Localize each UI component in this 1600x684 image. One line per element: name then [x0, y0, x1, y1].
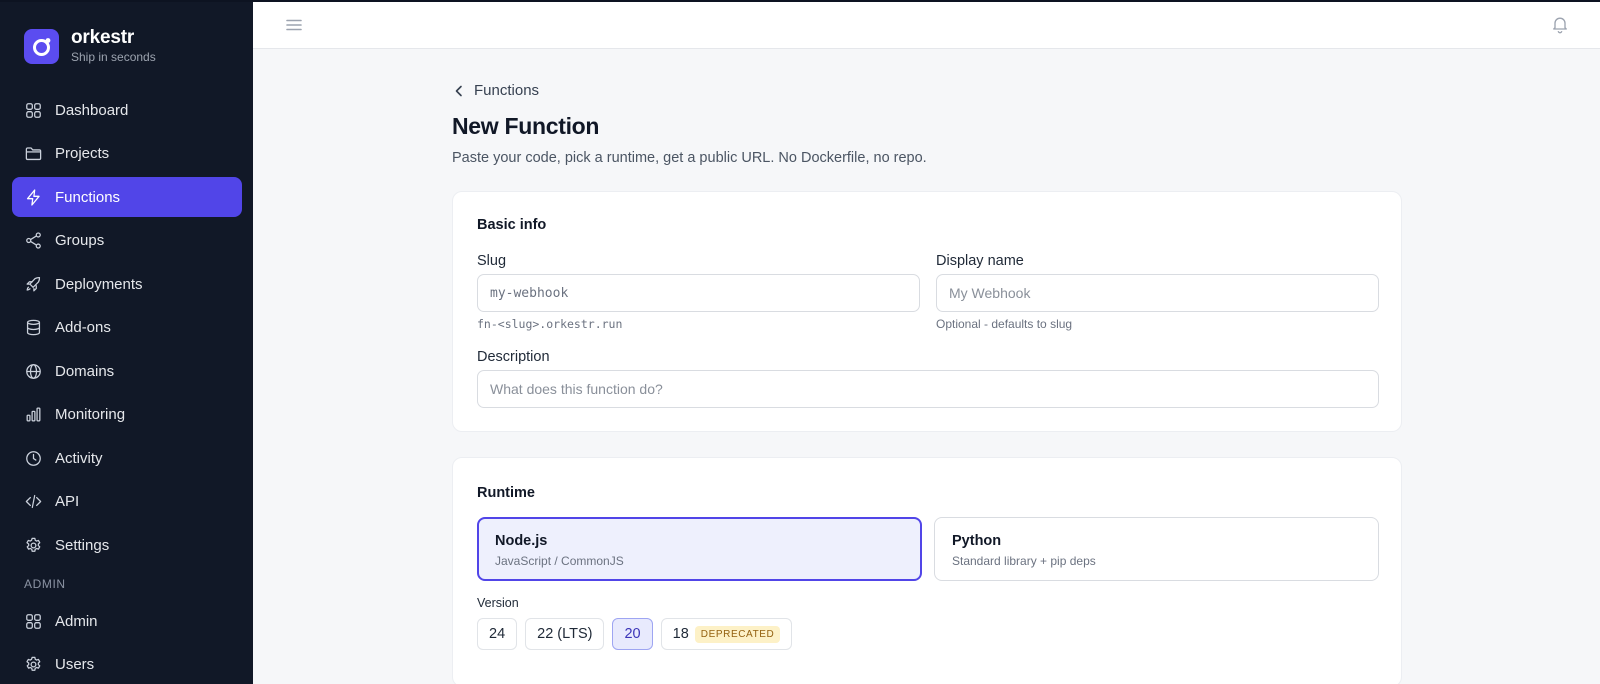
version-option-label: 22 (LTS)	[537, 626, 593, 642]
chevron-left-icon	[455, 85, 462, 96]
grid-icon	[26, 102, 41, 118]
basic-info-card: Basic info Slug fn-<slug>.orkestr.run Di…	[452, 191, 1402, 432]
sidebar-item-label: Functions	[55, 188, 121, 206]
sidebar-item-dashboard[interactable]: Dashboard	[12, 90, 242, 130]
grid-icon	[26, 613, 41, 629]
runtime-card: Runtime Node.js JavaScript / CommonJS Py…	[452, 457, 1402, 684]
sidebar-item-domains[interactable]: Domains	[12, 351, 242, 391]
sidebar-item-label: Groups	[55, 232, 105, 249]
sidebar-item-label: Dashboard	[55, 101, 129, 119]
menu-icon[interactable]	[285, 16, 303, 34]
gear-icon	[26, 537, 41, 552]
code-icon	[25, 494, 42, 509]
sidebar-item-label: Activity	[55, 449, 103, 467]
bar-chart-icon	[26, 407, 41, 422]
version-option-22-lts[interactable]: 22 (LTS)	[525, 618, 605, 650]
share-icon	[26, 232, 41, 249]
sidebar-item-api[interactable]: API	[12, 482, 242, 522]
sidebar-item-label: Admin	[55, 612, 98, 630]
brand-tagline: Ship in seconds	[71, 50, 156, 64]
sidebar-item-users[interactable]: Users	[12, 645, 242, 684]
sidebar: orkestr Ship in seconds Dashboard Projec…	[0, 0, 253, 684]
description-label: Description	[477, 349, 550, 365]
topbar	[253, 0, 1600, 49]
sidebar-section-admin: ADMIN	[24, 577, 66, 591]
sidebar-item-label: API	[55, 493, 80, 510]
page-title: New Function	[452, 113, 600, 139]
sidebar-item-activity[interactable]: Activity	[12, 438, 242, 478]
display-name-label: Display name	[936, 253, 1024, 269]
sidebar-item-settings[interactable]: Settings	[12, 525, 242, 565]
version-option-label: 18	[672, 626, 689, 642]
orkestr-logo-icon	[24, 29, 59, 64]
runtime-title: Runtime	[477, 485, 535, 501]
description-input[interactable]	[477, 370, 1379, 408]
globe-icon	[26, 363, 41, 379]
sidebar-item-label: Projects	[55, 145, 110, 162]
sidebar-item-label: Deployments	[55, 275, 143, 293]
runtime-option-desc: Standard library + pip deps	[952, 554, 1096, 568]
slug-label: Slug	[477, 253, 507, 269]
breadcrumb-back-link[interactable]: Functions	[452, 82, 539, 99]
version-option-20[interactable]: 20	[612, 618, 653, 650]
basic-info-title: Basic info	[477, 217, 547, 233]
clock-icon	[26, 450, 41, 466]
sidebar-item-groups[interactable]: Groups	[12, 221, 242, 261]
runtime-option-name: Node.js	[495, 533, 548, 549]
runtime-option-nodejs[interactable]: Node.js JavaScript / CommonJS	[477, 517, 922, 581]
sidebar-item-label: Add-ons	[55, 319, 111, 336]
sidebar-item-add-ons[interactable]: Add-ons	[12, 308, 242, 348]
sidebar-item-deployments[interactable]: Deployments	[12, 264, 242, 304]
sidebar-nav: Dashboard Projects Functions Groups Depl…	[12, 90, 242, 684]
brand-name: orkestr	[71, 27, 135, 48]
version-option-label: 24	[489, 626, 506, 642]
sidebar-item-label: Monitoring	[55, 406, 126, 423]
brand[interactable]: orkestr Ship in seconds	[24, 28, 156, 65]
version-option-24[interactable]: 24	[477, 618, 518, 650]
runtime-option-name: Python	[952, 533, 1002, 549]
slug-hint: fn-<slug>.orkestr.run	[477, 317, 623, 331]
sidebar-item-label: Settings	[55, 536, 110, 554]
bell-icon[interactable]	[1550, 14, 1570, 34]
display-name-hint: Optional - defaults to slug	[936, 317, 1073, 331]
database-icon	[26, 319, 41, 336]
version-option-18[interactable]: 18 DEPRECATED	[660, 618, 793, 650]
sidebar-item-functions[interactable]: Functions	[12, 177, 242, 217]
version-option-label: 20	[624, 626, 641, 642]
version-selector: 24 22 (LTS) 20 18 DEPRECATED	[477, 618, 800, 650]
runtime-option-python[interactable]: Python Standard library + pip deps	[934, 517, 1379, 581]
breadcrumb-label: Functions	[474, 82, 540, 99]
rocket-icon	[26, 276, 41, 291]
window-top-edge	[0, 0, 1600, 2]
sidebar-item-projects[interactable]: Projects	[12, 134, 242, 174]
runtime-option-desc: JavaScript / CommonJS	[495, 554, 624, 568]
page-subtitle: Paste your code, pick a runtime, get a p…	[452, 150, 927, 166]
sidebar-item-monitoring[interactable]: Monitoring	[12, 395, 242, 435]
deprecated-badge: DEPRECATED	[694, 625, 781, 643]
slug-input[interactable]	[477, 274, 920, 312]
bolt-icon	[26, 188, 40, 206]
sidebar-item-label: Domains	[55, 362, 115, 380]
folder-icon	[25, 147, 42, 161]
display-name-input[interactable]	[936, 274, 1379, 312]
version-label: Version	[477, 596, 519, 610]
gear-icon	[26, 656, 41, 671]
sidebar-item-label: Users	[55, 656, 95, 673]
sidebar-item-admin[interactable]: Admin	[12, 601, 242, 641]
